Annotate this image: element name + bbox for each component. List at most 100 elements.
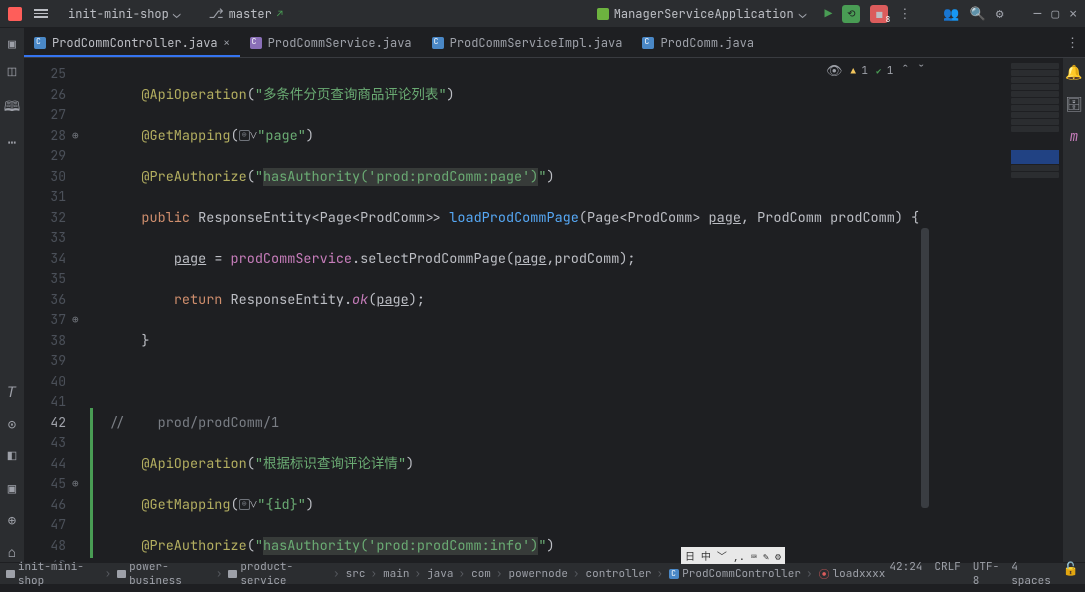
maximize-icon[interactable]: ▢ (1051, 5, 1059, 22)
tab-label: ProdCommService.java (268, 35, 412, 51)
minimap[interactable] (1007, 58, 1063, 562)
line-separator[interactable]: CRLF (934, 560, 960, 588)
crumb[interactable]: src› (346, 567, 379, 581)
chevron-down-icon: ⌄ (799, 5, 807, 22)
crumb[interactable]: ProdCommController› (669, 567, 814, 581)
editor-tabs: ProdCommController.java ✕ ProdCommService… (0, 28, 1085, 58)
url-inlay-icon[interactable]: ⊕ (239, 499, 250, 510)
url-inlay-icon[interactable]: ⊕ (239, 130, 250, 141)
api-op-page: 多条件分页查询商品评论列表 (263, 86, 439, 104)
close-tab-icon[interactable]: ✕ (224, 36, 230, 49)
tool-icon-c[interactable]: ◧ (8, 448, 16, 466)
close-icon[interactable]: ✕ (1069, 5, 1077, 22)
scrollbar[interactable] (921, 228, 929, 508)
tool-icon-e[interactable]: ⊕ (8, 512, 16, 530)
tool-icon-b[interactable]: ⊙ (8, 416, 16, 434)
main-menu-button[interactable] (34, 9, 48, 18)
vcs-change-bar (90, 58, 93, 562)
title-bar: init-mini-shop ⌄ ⎇ master ↗ ManagerService… (0, 0, 1085, 28)
chevron-icon[interactable]: ˇ (917, 62, 925, 79)
folder-icon (117, 570, 126, 578)
search-icon[interactable]: 🔍 (970, 5, 986, 22)
gutter-override-icon[interactable]: ⊕ (72, 474, 90, 495)
auth-info: hasAuthority('prod:prodComm:info') (263, 537, 538, 555)
more-actions-icon[interactable]: ⋮ (898, 5, 911, 22)
crumb[interactable]: controller› (586, 567, 666, 581)
folder-icon (228, 570, 237, 578)
inspection-widget[interactable]: 👁 1 1 ˆˇ (826, 62, 925, 79)
status-bar-right: 42:24 CRLF UTF-8 4 spaces 🔓 (889, 560, 1079, 588)
gutter-icons: ⊕ ⊕ ⊕ (72, 58, 90, 562)
tab-label: ProdCommController.java (52, 35, 218, 51)
tab-prodcomm[interactable]: ProdComm.java (632, 28, 764, 57)
project-name: init-mini-shop (68, 6, 169, 22)
editor[interactable]: 2526272829303132333435363738394041424344… (24, 58, 1007, 562)
method-loadpage: loadProdCommPage (449, 209, 579, 227)
auth-page: hasAuthority('prod:prodComm:page') (263, 168, 538, 186)
crumb[interactable]: power-business› (117, 560, 224, 588)
map-id: {id} (265, 496, 297, 514)
crumb[interactable]: powernode› (509, 567, 582, 581)
gutter-override-icon[interactable]: ⊕ (72, 310, 90, 331)
tab-label: ProdCommServiceImpl.java (450, 35, 623, 51)
notifications-icon[interactable]: 🔔 (1065, 64, 1082, 82)
java-class-icon (34, 37, 46, 49)
ime-text: 日 中 ﹀ ,. ⌨ ✎ ⚙ (685, 548, 781, 563)
caret-position[interactable]: 42:24 (889, 560, 922, 588)
comment: // prod/prodComm/1 (109, 414, 279, 432)
crumb[interactable]: product-service› (228, 560, 341, 588)
tab-prodcommserviceimpl[interactable]: ProdCommServiceImpl.java (422, 28, 633, 57)
crumb[interactable]: java› (427, 567, 467, 581)
eye-icon[interactable]: 👁 (826, 62, 843, 79)
java-class-icon (642, 37, 654, 49)
chevron-down-icon: ⌄ (173, 5, 181, 22)
warning-count[interactable]: 1 (851, 64, 868, 78)
settings-icon[interactable]: ⚙ (996, 5, 1004, 22)
tab-label: ProdComm.java (660, 35, 754, 51)
more-tools-icon[interactable]: ⋯ (8, 134, 16, 152)
vcs-branch-widget[interactable]: ⎇ master ↗ (201, 2, 291, 25)
code-with-me-icon[interactable]: 👥 (943, 5, 959, 22)
structure-tool-icon[interactable]: ◫ (8, 64, 16, 82)
stop-button[interactable]: ◼ (870, 5, 888, 23)
maven-tool-icon[interactable]: m (1070, 128, 1078, 146)
api-op-info: 根据标识查询评论详情 (263, 455, 398, 473)
bookmarks-tool-icon[interactable]: 🕮 (4, 96, 21, 120)
ime-indicator[interactable]: 日 中 ﹀ ,. ⌨ ✎ ⚙ (681, 547, 785, 564)
minimize-icon[interactable]: — (1034, 5, 1042, 22)
crumb[interactable]: com› (471, 567, 504, 581)
project-tool-icon[interactable]: ▣ (8, 35, 16, 52)
indent-info[interactable]: 4 spaces (1011, 560, 1051, 588)
spring-boot-icon (597, 8, 609, 20)
crumb[interactable]: main› (383, 567, 423, 581)
tab-prodcommservice[interactable]: ProdCommService.java (240, 28, 422, 57)
crumb[interactable]: init-mini-shop› (6, 560, 113, 588)
java-class-icon (432, 37, 444, 49)
class-icon (669, 569, 679, 579)
ide-logo-icon (8, 7, 22, 21)
branch-name: master (229, 6, 272, 22)
file-encoding[interactable]: UTF-8 (973, 560, 999, 588)
java-interface-icon (250, 37, 262, 49)
breadcrumbs-bar: init-mini-shop› power-business› product-… (0, 562, 1085, 584)
tool-icon-d[interactable]: ▣ (8, 480, 16, 498)
module-icon (6, 570, 15, 578)
tab-prodcommcontroller[interactable]: ProdCommController.java ✕ (24, 28, 240, 57)
tab-options-icon[interactable]: ⋮ (1066, 34, 1079, 51)
debug-button[interactable]: ⟲ (842, 5, 860, 23)
run-config-selector[interactable]: ManagerServiceApplication ⌄ (589, 3, 815, 24)
readonly-lock-icon[interactable]: 🔓 (1063, 560, 1079, 588)
branch-icon: ⎇ (209, 5, 224, 22)
project-selector[interactable]: init-mini-shop ⌄ (60, 2, 189, 25)
gutter-override-icon[interactable]: ⊕ (72, 126, 90, 147)
left-tool-stripe: ◫ 🕮 ⋯ 𝑇 ⊙ ◧ ▣ ⊕ ⌂ (0, 58, 24, 562)
run-button[interactable]: ▶ (825, 5, 833, 22)
weak-warning-count[interactable]: 1 (876, 64, 893, 78)
code-area[interactable]: @ApiOperation("多条件分页查询商品评论列表") @GetMappi… (101, 58, 1007, 562)
push-arrow-icon: ↗ (277, 7, 283, 20)
chevron-icon[interactable]: ˆ (901, 62, 909, 79)
tool-icon-a[interactable]: 𝑇 (8, 384, 17, 402)
line-numbers: 2526272829303132333435363738394041424344… (24, 58, 72, 562)
crumb[interactable]: ⦿loadxxxx (819, 566, 886, 582)
database-tool-icon[interactable]: 🗄 (1065, 96, 1083, 114)
